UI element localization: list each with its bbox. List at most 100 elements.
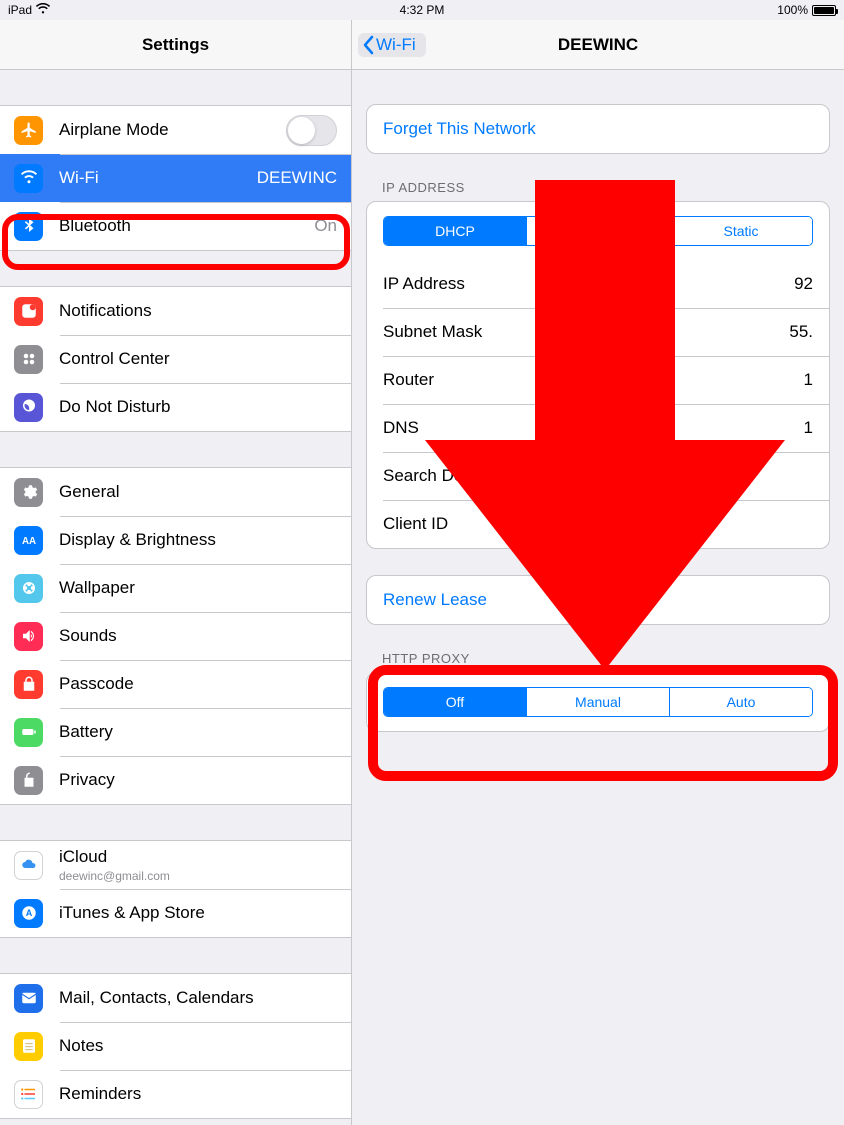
renew-group: Renew Lease (366, 575, 830, 625)
notes-icon (14, 1032, 43, 1061)
proxy-tab-auto[interactable]: Auto (669, 688, 812, 716)
device-name: iPad (8, 3, 32, 17)
sidebar-item-itunes-app-store[interactable]: AiTunes & App Store (0, 889, 351, 937)
sidebar-item-label: Do Not Disturb (59, 397, 337, 417)
ip-tab-dhcp[interactable]: DHCP (384, 217, 526, 245)
sidebar-item-icloud[interactable]: iCloud deewinc@gmail.com (0, 841, 351, 889)
sidebar-item-notifications[interactable]: Notifications (0, 287, 351, 335)
forget-group: Forget This Network (366, 104, 830, 154)
sidebar-item-bluetooth[interactable]: BluetoothOn (0, 202, 351, 250)
field-label: Router (383, 370, 804, 390)
sidebar-item-label: Notifications (59, 301, 337, 321)
sidebar-item-battery[interactable]: Battery (0, 708, 351, 756)
settings-sidebar: Settings Airplane ModeWi-FiDEEWINCBlueto… (0, 20, 352, 1125)
passcode-icon (14, 670, 43, 699)
field-dns[interactable]: DNS1 (367, 404, 829, 452)
svg-text:A: A (25, 908, 32, 918)
reminders-icon (14, 1080, 43, 1109)
sidebar-item-privacy[interactable]: Privacy (0, 756, 351, 804)
dnd-icon (14, 393, 43, 422)
sidebar-item-label: Wallpaper (59, 578, 337, 598)
sounds-icon (14, 622, 43, 651)
ip-tab-static[interactable]: Static (669, 217, 812, 245)
sidebar-item-mail-contacts-calendars[interactable]: Mail, Contacts, Calendars (0, 974, 351, 1022)
sidebar-item-label: Battery (59, 722, 337, 742)
privacy-icon (14, 766, 43, 795)
field-label: Client ID (383, 514, 813, 534)
sidebar-item-wallpaper[interactable]: Wallpaper (0, 564, 351, 612)
sidebar-item-value: On (314, 216, 337, 236)
sidebar-item-notes[interactable]: Notes (0, 1022, 351, 1070)
ip-mode-segmented[interactable]: DHCPBootPStatic (383, 216, 813, 246)
bluetooth-icon (14, 212, 43, 241)
control-center-icon (14, 345, 43, 374)
field-ip-address[interactable]: IP Address92 (367, 260, 829, 308)
field-value: 92 (794, 274, 813, 294)
general-icon (14, 478, 43, 507)
mail-icon (14, 984, 43, 1013)
field-search-domains[interactable]: Search Domains (367, 452, 829, 500)
forget-network-button[interactable]: Forget This Network (367, 105, 829, 153)
sidebar-item-label: General (59, 482, 337, 502)
ip-group: DHCPBootPStatic IP Address92Subnet Mask5… (366, 201, 830, 549)
field-client-id[interactable]: Client ID (367, 500, 829, 548)
sidebar-item-label: Reminders (59, 1084, 337, 1104)
proxy-tab-off[interactable]: Off (384, 688, 526, 716)
ip-address-header: IP ADDRESS (382, 180, 814, 195)
detail-pane: Wi-Fi DEEWINC Forget This Network IP ADD… (352, 20, 844, 1125)
proxy-mode-segmented[interactable]: OffManualAuto (383, 687, 813, 717)
renew-lease-button[interactable]: Renew Lease (367, 576, 829, 624)
field-value: 1 (804, 370, 813, 390)
field-value: 1 (804, 418, 813, 438)
appstore-icon: A (14, 899, 43, 928)
sidebar-item-display-brightness[interactable]: AA Display & Brightness (0, 516, 351, 564)
sidebar-item-value: DEEWINC (257, 168, 337, 188)
svg-text:AA: AA (21, 536, 35, 547)
clock: 4:32 PM (400, 3, 445, 17)
field-label: IP Address (383, 274, 794, 294)
wifi-icon (36, 3, 50, 17)
ip-tab-bootp[interactable]: BootP (526, 217, 669, 245)
sidebar-item-label: Display & Brightness (59, 530, 337, 550)
sidebar-item-label: Passcode (59, 674, 337, 694)
sidebar-item-label: Privacy (59, 770, 337, 790)
sidebar-item-passcode[interactable]: Passcode (0, 660, 351, 708)
field-label: Search Domains (383, 466, 813, 486)
sidebar-item-wi-fi[interactable]: Wi-FiDEEWINC (0, 154, 351, 202)
toggle[interactable] (286, 115, 337, 146)
sidebar-item-general[interactable]: General (0, 468, 351, 516)
sidebar-item-label: Airplane Mode (59, 120, 286, 140)
field-label: DNS (383, 418, 804, 438)
sidebar-item-airplane-mode[interactable]: Airplane Mode (0, 106, 351, 154)
sidebar-item-sounds[interactable]: Sounds (0, 612, 351, 660)
sidebar-item-reminders[interactable]: Reminders (0, 1070, 351, 1118)
battery-pct: 100% (777, 3, 808, 17)
sidebar-item-label: Sounds (59, 626, 337, 646)
back-button[interactable]: Wi-Fi (358, 33, 426, 57)
icloud-icon (14, 851, 43, 880)
sidebar-item-label: Bluetooth (59, 216, 314, 236)
proxy-tab-manual[interactable]: Manual (526, 688, 669, 716)
sidebar-item-control-center[interactable]: Control Center (0, 335, 351, 383)
sidebar-item-label: iCloud (59, 847, 170, 867)
field-label: Subnet Mask (383, 322, 789, 342)
page-title: Settings (142, 35, 209, 55)
battery-icon (14, 718, 43, 747)
field-value: 55. (789, 322, 813, 342)
network-title: DEEWINC (558, 35, 638, 55)
battery-icon (812, 5, 836, 16)
wallpaper-icon (14, 574, 43, 603)
sidebar-item-label: Notes (59, 1036, 337, 1056)
left-navbar: Settings (0, 20, 351, 70)
right-navbar: Wi-Fi DEEWINC (352, 20, 844, 70)
sidebar-item-do-not-disturb[interactable]: Do Not Disturb (0, 383, 351, 431)
notifications-icon (14, 297, 43, 326)
proxy-group: OffManualAuto (366, 672, 830, 732)
sidebar-item-label: iTunes & App Store (59, 903, 337, 923)
field-subnet-mask[interactable]: Subnet Mask55. (367, 308, 829, 356)
sidebar-item-label: Control Center (59, 349, 337, 369)
field-router[interactable]: Router1 (367, 356, 829, 404)
sidebar-item-sublabel: deewinc@gmail.com (59, 869, 170, 883)
display-icon: AA (14, 526, 43, 555)
wifi-icon (14, 164, 43, 193)
